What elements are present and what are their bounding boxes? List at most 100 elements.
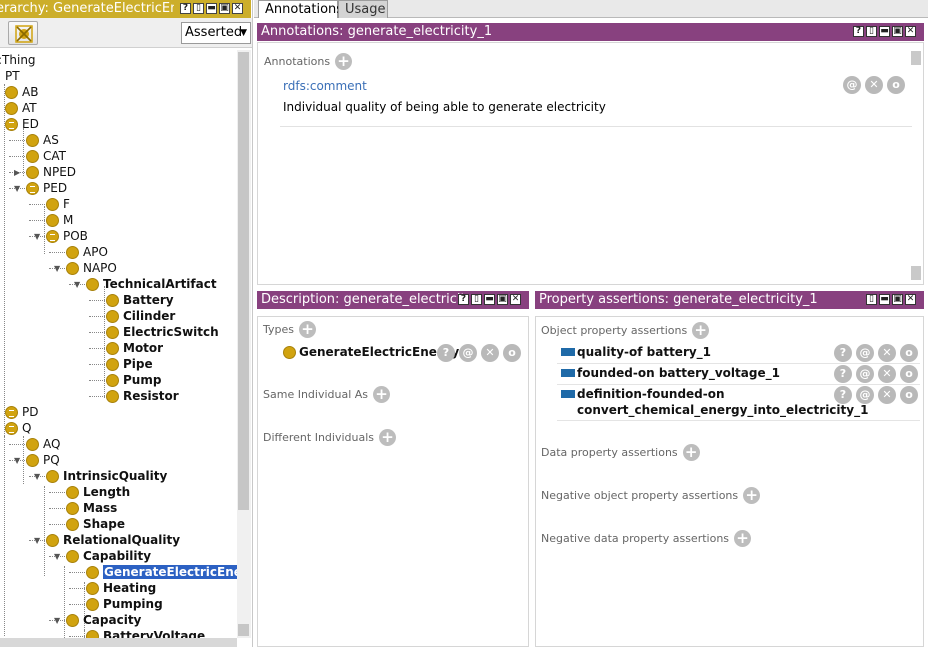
add-negative-object-property-button[interactable]: + [743, 487, 761, 504]
class-tree[interactable]: :Thing PTAB AT ED ▼ AS CAT NPED ▶ PED ▼ FM POB ▼ APO NA… [0, 50, 237, 638]
scrollbar-thumb[interactable] [238, 52, 249, 510]
tree-node[interactable]: NPED [26, 164, 76, 180]
tree-node[interactable]: Q [5, 420, 31, 436]
tree-node[interactable]: POB [46, 228, 88, 244]
tree-node[interactable]: AQ [26, 436, 60, 452]
tree-node[interactable]: Shape [66, 516, 125, 532]
object-property-assertion-continued[interactable]: convert_chemical_energy_into_electricity… [577, 403, 868, 417]
minimize-button[interactable]: ▬ [484, 294, 495, 305]
delete-button[interactable]: ✕ [481, 344, 499, 362]
tree-node[interactable]: Motor [106, 340, 163, 356]
tree-node[interactable]: APO [66, 244, 108, 260]
tree-node[interactable]: BatteryVoltage [86, 628, 205, 638]
tree-node[interactable]: Pumping [86, 596, 163, 612]
tree-node[interactable]: Capability [66, 548, 151, 564]
scrollbar-thumb-lower[interactable] [911, 266, 921, 280]
expand-down-icon[interactable]: ▼ [14, 456, 23, 465]
close-view-button[interactable]: ✕ [905, 294, 916, 305]
tree-node[interactable]: :Thing [0, 52, 36, 68]
tree-node[interactable]: PT [5, 68, 20, 84]
tree-node[interactable]: AT [5, 100, 37, 116]
help-button[interactable]: ? [853, 26, 864, 37]
annotate-button[interactable]: @ [856, 386, 874, 404]
expand-down-icon[interactable]: ▼ [34, 472, 43, 481]
info-button[interactable]: ? [834, 344, 852, 362]
tree-node[interactable]: Pump [106, 372, 161, 388]
edit-button[interactable]: o [887, 76, 905, 94]
edit-button[interactable]: o [900, 365, 918, 383]
tree-node[interactable]: PED [26, 180, 67, 196]
tree-node[interactable]: ED [5, 116, 39, 132]
expand-down-icon[interactable]: ▼ [74, 280, 83, 289]
edit-button[interactable]: o [503, 344, 521, 362]
delete-button[interactable]: ✕ [878, 365, 896, 383]
add-same-individual-button[interactable]: + [373, 386, 391, 403]
tree-node[interactable]: TechnicalArtifact [86, 276, 217, 292]
annotations-scrollbar[interactable] [909, 48, 923, 284]
minimize-button[interactable]: ▬ [879, 294, 890, 305]
help-button[interactable]: ? [180, 3, 191, 14]
split-button[interactable]: ▯ [866, 26, 877, 37]
maximize-button[interactable]: ▣ [892, 294, 903, 305]
split-button[interactable]: ▯ [866, 294, 877, 305]
tree-node[interactable]: PD [5, 404, 38, 420]
add-different-individual-button[interactable]: + [379, 429, 397, 446]
edit-button[interactable]: o [900, 344, 918, 362]
scrollbar-thumb-lower[interactable] [238, 624, 249, 636]
tree-horizontal-scrollbar[interactable] [0, 638, 237, 647]
maximize-button[interactable]: ▣ [497, 294, 508, 305]
delete-button[interactable]: ✕ [878, 386, 896, 404]
tree-node[interactable]: IntrinsicQuality [46, 468, 167, 484]
expand-down-icon[interactable]: ▼ [34, 232, 43, 241]
info-button[interactable]: ? [437, 344, 455, 362]
split-button[interactable]: ▯ [471, 294, 482, 305]
expand-down-icon[interactable]: ▼ [54, 552, 63, 561]
annotate-button[interactable]: @ [843, 76, 861, 94]
type-item[interactable]: GenerateElectricEnergy [283, 345, 459, 359]
expand-down-icon[interactable]: ▼ [34, 536, 43, 545]
tree-node[interactable]: Resistor [106, 388, 179, 404]
expand-down-icon[interactable]: ▼ [54, 264, 63, 273]
add-annotation-button[interactable]: + [335, 53, 353, 70]
hierarchy-mode-select[interactable]: Asserted ▼ [181, 22, 251, 44]
tree-vertical-scrollbar[interactable] [237, 50, 251, 638]
tree-node[interactable]: ElectricSwitch [106, 324, 219, 340]
object-property-assertion[interactable]: definition-founded-on [577, 387, 725, 401]
annotation-property-link[interactable]: rdfs:comment [283, 79, 367, 93]
tree-node[interactable]: GenerateElectricEnergy [86, 564, 237, 580]
annotate-button[interactable]: @ [856, 344, 874, 362]
edit-button[interactable]: o [900, 386, 918, 404]
help-button[interactable]: ? [458, 294, 469, 305]
info-button[interactable]: ? [834, 365, 852, 383]
tree-node[interactable]: NAPO [66, 260, 117, 276]
tab-usage[interactable]: Usage [338, 0, 388, 18]
tree-node[interactable]: AS [26, 132, 59, 148]
tree-node[interactable]: M [46, 212, 73, 228]
minimize-button[interactable]: ▬ [206, 3, 217, 14]
tree-node[interactable]: Pipe [106, 356, 153, 372]
tree-node[interactable]: CAT [26, 148, 66, 164]
add-data-property-button[interactable]: + [682, 444, 700, 461]
tree-node[interactable]: Capacity [66, 612, 141, 628]
expand-down-icon[interactable]: ▼ [0, 424, 2, 433]
close-view-button[interactable]: ✕ [232, 3, 243, 14]
add-negative-data-property-button[interactable]: + [734, 530, 752, 547]
close-view-button[interactable]: ✕ [510, 294, 521, 305]
tree-node[interactable]: Battery [106, 292, 174, 308]
annotate-button[interactable]: @ [856, 365, 874, 383]
tree-node[interactable]: AB [5, 84, 38, 100]
maximize-button[interactable]: ▣ [892, 26, 903, 37]
tree-node[interactable]: RelationalQuality [46, 532, 180, 548]
scrollbar-thumb[interactable] [911, 51, 921, 65]
delete-button[interactable]: ✕ [878, 344, 896, 362]
expand-right-icon[interactable]: ▶ [14, 168, 23, 177]
info-button[interactable]: ? [834, 386, 852, 404]
add-object-property-button[interactable]: + [692, 322, 710, 339]
object-property-assertion[interactable]: founded-on battery_voltage_1 [577, 366, 780, 380]
annotate-button[interactable]: @ [459, 344, 477, 362]
remove-class-button[interactable] [8, 21, 38, 45]
add-type-button[interactable]: + [299, 321, 316, 338]
delete-button[interactable]: ✕ [865, 76, 883, 94]
split-button[interactable]: ▯ [193, 3, 204, 14]
tab-annotations[interactable]: Annotations [258, 0, 343, 18]
